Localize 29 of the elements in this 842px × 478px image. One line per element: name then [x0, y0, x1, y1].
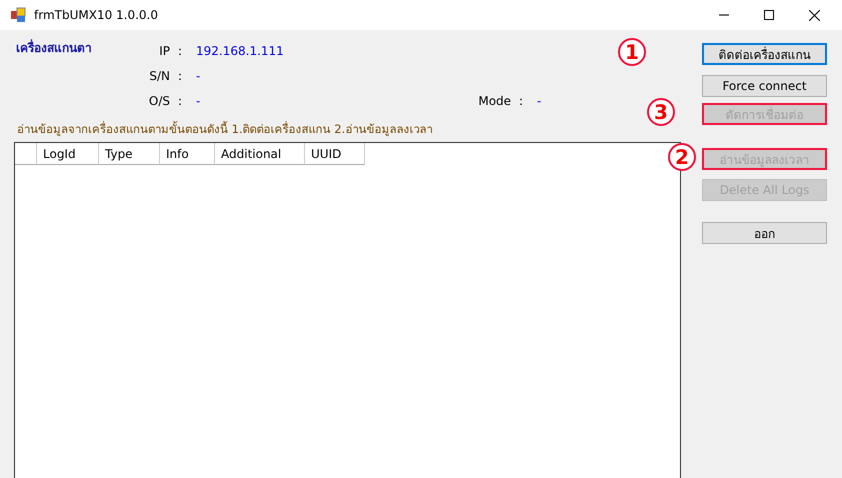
column-header: Info — [160, 143, 215, 165]
action-button[interactable]: ติดต่อเครื่องสแกน — [702, 43, 827, 65]
app-icon — [10, 7, 26, 23]
device-heading: เครื่องสแกนตา — [15, 38, 93, 57]
colon-text: : — [518, 94, 524, 108]
field-label: IP — [158, 44, 170, 58]
action-button[interactable]: ออก — [702, 222, 827, 244]
column-header: Additional — [215, 143, 305, 165]
step-number-badge: 2 — [668, 143, 696, 171]
colon-text: : — [176, 69, 184, 83]
field-label: S/N — [148, 69, 170, 83]
column-header: LogId — [37, 143, 99, 165]
field-value: - — [196, 94, 200, 108]
field-value: 192.168.1.111 — [196, 44, 284, 58]
column-header: UUID — [305, 143, 365, 165]
column-header: Type — [99, 143, 160, 165]
action-button[interactable]: Force connect — [702, 75, 827, 97]
mode-value: - — [537, 94, 542, 108]
field-label: O/S — [148, 94, 170, 108]
colon-text: : — [176, 44, 184, 58]
window-title: frmTbUMX10 1.0.0.0 — [34, 8, 158, 22]
colon-text: : — [176, 94, 184, 108]
maximize-icon[interactable] — [764, 10, 774, 20]
step-number-badge: 3 — [647, 98, 675, 126]
mode-label: Mode — [478, 94, 512, 108]
step-number-badge: 1 — [618, 38, 646, 66]
field-value: - — [196, 69, 200, 83]
close-icon[interactable] — [809, 10, 820, 20]
instruction-text: อ่านข้อมูลจากเครื่องสแกนตามขั้นตอนดังนี้ 1.ติดต่อเครื่องสแกน 2.อ่านข้อมูลลงเวลา — [16, 120, 434, 138]
